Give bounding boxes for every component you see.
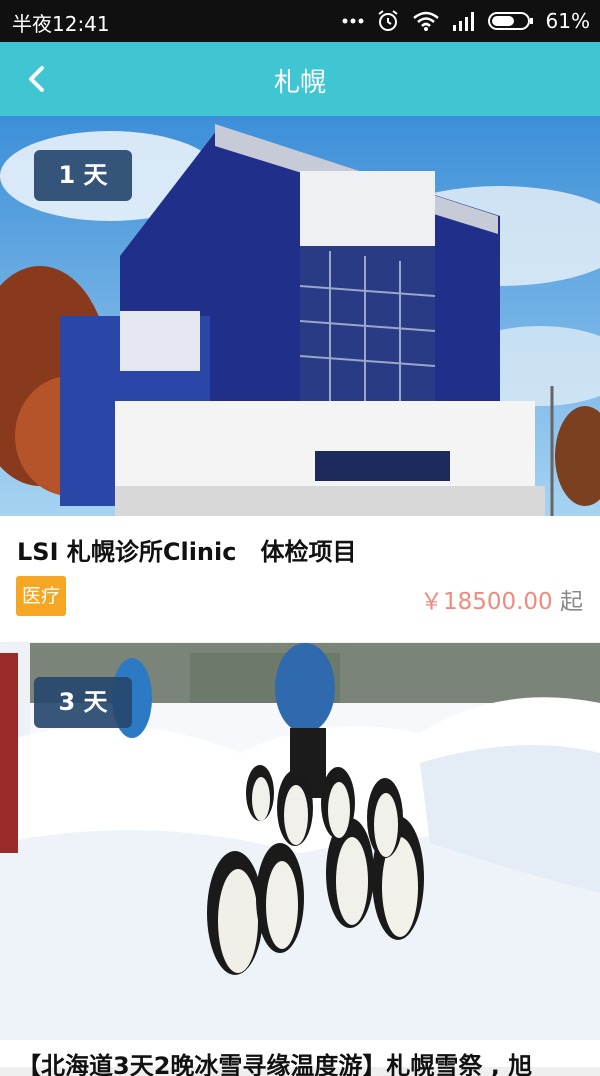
more-dots-icon	[342, 17, 364, 25]
product-card[interactable]: 1 天 LSI 札幌诊所Clinic 体检项目 医疗 ￥18500.00 起	[0, 116, 600, 642]
signal-icon	[452, 11, 476, 31]
days-badge: 3 天	[34, 677, 132, 728]
product-title: LSI 札幌诊所Clinic 体检项目	[17, 538, 357, 566]
penguin-parade-photo: 3 天	[0, 643, 600, 1040]
price-value: ￥18500.00	[419, 589, 553, 615]
product-title: 【北海道3天2晚冰雪寻缘温度游】札幌雪祭 , 旭	[17, 1052, 533, 1076]
clinic-building-photo: 1 天	[0, 116, 600, 516]
page-title: 札幌	[273, 68, 326, 98]
app-header: 札幌	[0, 42, 600, 116]
price-label: ￥18500.00 起	[420, 582, 583, 616]
battery-percentage: 61%	[545, 9, 590, 33]
price-suffix: 起	[560, 589, 583, 615]
wifi-icon	[412, 10, 440, 32]
status-icons: 61%	[342, 8, 590, 34]
days-badge: 1 天	[34, 150, 132, 201]
status-bar: 半夜12:41 61%	[0, 0, 600, 42]
product-card[interactable]: 3 天	[0, 643, 600, 1067]
battery-icon	[487, 11, 534, 31]
status-time: 半夜12:41	[12, 12, 110, 36]
alarm-icon	[376, 9, 400, 33]
category-tag: 医疗	[16, 576, 66, 616]
